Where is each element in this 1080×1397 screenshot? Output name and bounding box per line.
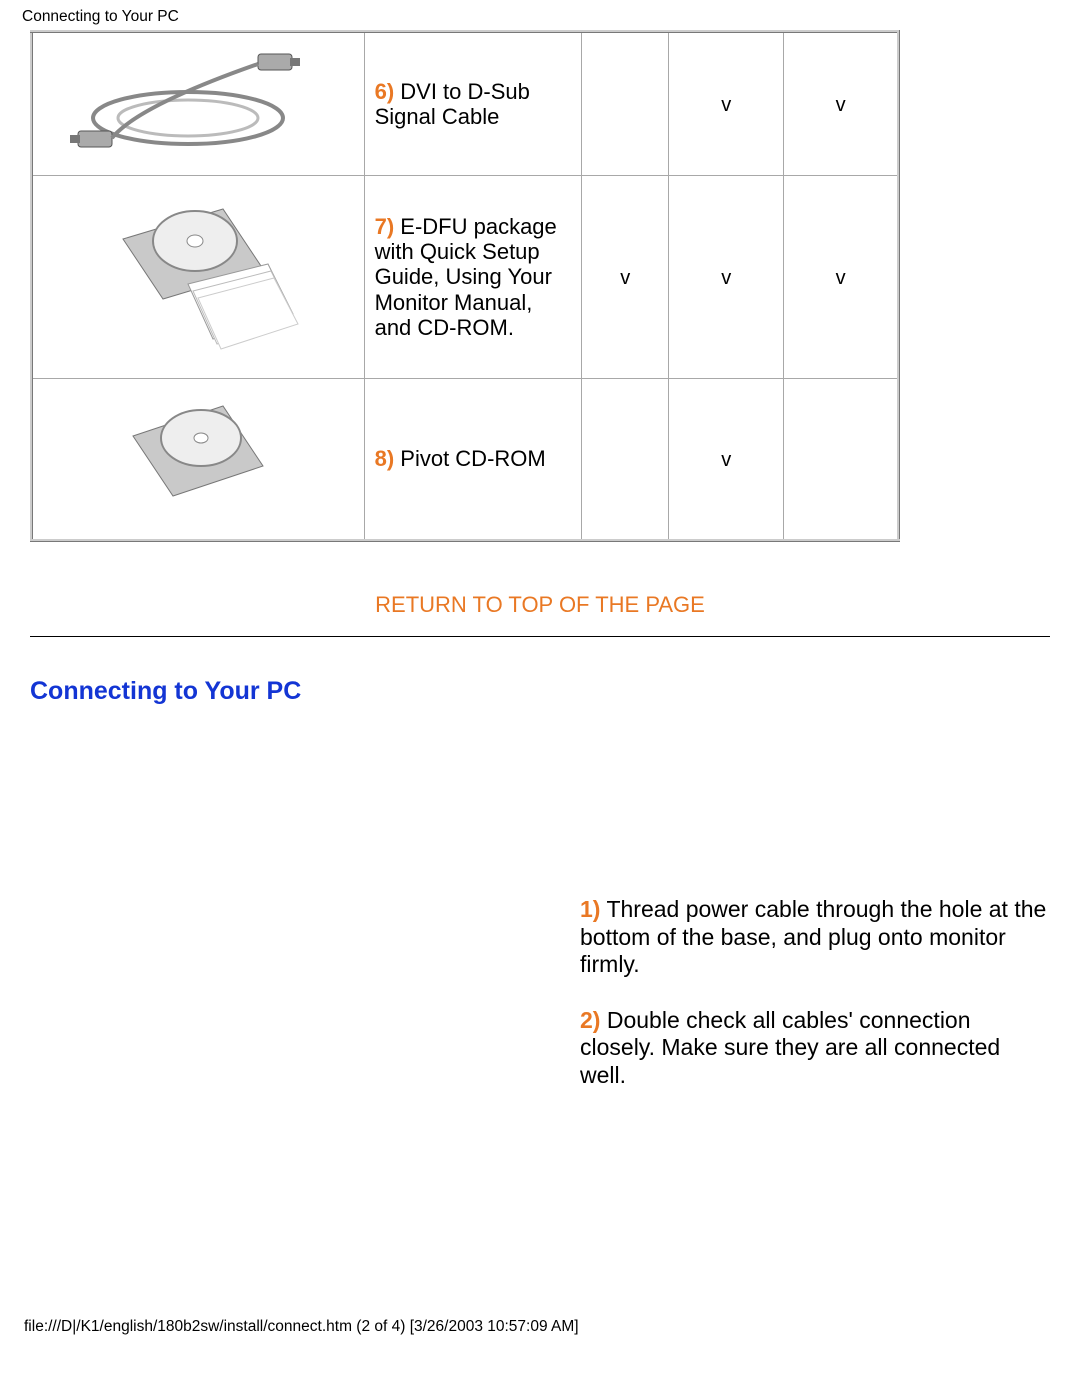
row6-image xyxy=(32,32,365,176)
cd-icon xyxy=(113,391,283,521)
step-1-num: 1) xyxy=(580,896,600,922)
row8-text: Pivot CD-ROM xyxy=(400,446,545,471)
step-1: 1) Thread power cable through the hole a… xyxy=(580,896,1050,979)
row8-c2: v xyxy=(669,379,784,541)
step-1-text: Thread power cable through the hole at t… xyxy=(580,896,1046,977)
row6-c3: v xyxy=(784,32,899,176)
cable-icon xyxy=(68,46,328,156)
row7-c1: v xyxy=(582,176,669,379)
divider xyxy=(30,636,1050,637)
section-heading: Connecting to Your PC xyxy=(30,677,1080,706)
step-2: 2) Double check all cables' connection c… xyxy=(580,1007,1050,1090)
row7-desc: 7) E-DFU package with Quick Setup Guide,… xyxy=(364,176,582,379)
row7-text: E-DFU package with Quick Setup Guide, Us… xyxy=(375,214,557,340)
row8-desc: 8) Pivot CD-ROM xyxy=(364,379,582,541)
step-2-num: 2) xyxy=(580,1007,600,1033)
row6-text: DVI to D-Sub Signal Cable xyxy=(375,79,530,129)
row7-num: 7) xyxy=(375,214,395,239)
row8-c1 xyxy=(582,379,669,541)
cd-package-icon xyxy=(93,189,303,359)
row8-c3 xyxy=(784,379,899,541)
row6-num: 6) xyxy=(375,79,395,104)
row6-c2: v xyxy=(669,32,784,176)
row6-c1 xyxy=(582,32,669,176)
return-to-top-link[interactable]: RETURN TO TOP OF THE PAGE xyxy=(0,592,1080,618)
steps-block: 1) Thread power cable through the hole a… xyxy=(0,896,1050,1090)
row6-desc: 6) DVI to D-Sub Signal Cable xyxy=(364,32,582,176)
accessory-table: 6) DVI to D-Sub Signal Cable v v 7) E-DF… xyxy=(30,30,900,542)
page-header: Connecting to Your PC xyxy=(0,0,1080,30)
page-footer: file:///D|/K1/english/180b2sw/install/co… xyxy=(0,1118,1080,1346)
table-row: 8) Pivot CD-ROM v xyxy=(32,379,899,541)
table-row: 7) E-DFU package with Quick Setup Guide,… xyxy=(32,176,899,379)
row7-image xyxy=(32,176,365,379)
row8-image xyxy=(32,379,365,541)
row7-c2: v xyxy=(669,176,784,379)
table-row: 6) DVI to D-Sub Signal Cable v v xyxy=(32,32,899,176)
row7-c3: v xyxy=(784,176,899,379)
row8-num: 8) xyxy=(375,446,395,471)
step-2-text: Double check all cables' connection clos… xyxy=(580,1007,1000,1088)
